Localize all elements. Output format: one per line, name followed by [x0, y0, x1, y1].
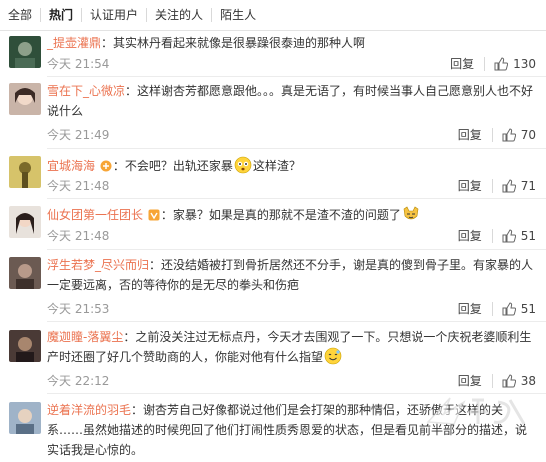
comment-username[interactable]: 浮生若梦_尽兴而归 [47, 258, 149, 272]
comment-item: 雪在下_心微凉：这样谢杏芳都愿意跟他。。。真是无语了，有时候当事人自己愿意别人也… [0, 77, 546, 147]
comment-text: ：不会吧？出轨还家暴 [112, 159, 233, 173]
reply-button[interactable]: 回复 [458, 374, 482, 388]
comment-username[interactable]: 雪在下_心微凉 [47, 84, 125, 98]
like-button[interactable]: 70 [502, 128, 536, 142]
like-count: 70 [520, 128, 536, 142]
like-count: 51 [520, 302, 536, 316]
divider [491, 229, 493, 243]
avatar[interactable] [9, 330, 41, 362]
avatar[interactable] [9, 206, 41, 238]
reply-button[interactable]: 回复 [458, 179, 482, 193]
comment-username[interactable]: 仙女团第一任团长 [47, 208, 143, 222]
tab-following[interactable]: 关注的人 [146, 8, 211, 22]
comment-username[interactable]: _提壶灌鼎 [47, 36, 101, 50]
comment-text: ：其实林丹看起来就像是很暴躁很泰迪的那种人啊 [101, 36, 366, 50]
comment-item: 浮生若梦_尽兴而归：还没结婚被打到骨折居然还不分手，谢是真的傻到骨子里。有家暴的… [0, 250, 546, 320]
avatar[interactable] [9, 156, 41, 188]
like-count: 71 [520, 179, 536, 193]
tab-hot[interactable]: 热门 [40, 8, 81, 22]
comment-text-tail: 这样渣？ [252, 159, 301, 173]
comment-time: 今天 21:54 [47, 57, 110, 71]
thumbs-up-icon [502, 302, 516, 316]
avatar[interactable] [9, 36, 41, 68]
watermark-logo [426, 397, 526, 425]
vip-badge-icon [148, 209, 160, 221]
like-button[interactable]: 38 [502, 374, 536, 388]
comment-time: 今天 21:53 [47, 302, 110, 316]
comment-item: 魔迦瞳-落翼尘：之前没关注过无标点丹，今天才去围观了一下。只想说一个庆祝老婆顺利… [0, 322, 546, 392]
comment-time: 今天 21:49 [47, 128, 110, 142]
like-count: 38 [520, 374, 536, 388]
comment-item: _提壶灌鼎：其实林丹看起来就像是很暴躁很泰迪的那种人啊 今天 21:54 回复 … [0, 31, 546, 73]
avatar[interactable] [9, 402, 41, 434]
fan-badge-icon [100, 160, 112, 172]
like-count: 51 [520, 229, 536, 243]
comment-username[interactable]: 宜城海海 [47, 159, 95, 173]
thumbs-up-icon [502, 128, 516, 142]
emoji-icon [234, 156, 252, 174]
emoji-icon [403, 206, 419, 220]
comment-item: 宜城海海 ：不会吧？出轨还家暴 这样渣？ 今天 21:48 回复 71 [0, 149, 546, 197]
tab-verified[interactable]: 认证用户 [81, 8, 146, 22]
like-button[interactable]: 130 [494, 57, 536, 71]
comment-username[interactable]: 逆着洋流的羽毛 [47, 403, 131, 417]
divider [491, 179, 493, 193]
comment-text: ：家暴？如果是真的那就不是渣不渣的问题了 [160, 208, 401, 222]
comment-filter-tabs: 全部 热门 认证用户 关注的人 陌生人 [0, 0, 546, 31]
comment-username[interactable]: 魔迦瞳-落翼尘 [47, 330, 123, 344]
like-count: 130 [513, 57, 536, 71]
thumbs-up-icon [502, 229, 516, 243]
divider [491, 374, 493, 388]
reply-button[interactable]: 回复 [458, 302, 482, 316]
divider [491, 128, 493, 142]
like-button[interactable]: 71 [502, 179, 536, 193]
comment-time: 今天 21:48 [47, 229, 110, 243]
comment-time: 今天 22:12 [47, 374, 110, 388]
avatar[interactable] [9, 257, 41, 289]
thumbs-up-icon [502, 179, 516, 193]
thumbs-up-icon [494, 57, 509, 71]
comment-item: 仙女团第一任团长 ：家暴？如果是真的那就不是渣不渣的问题了 今天 21:48 回… [0, 199, 546, 247]
like-button[interactable]: 51 [502, 302, 536, 316]
divider [484, 57, 486, 71]
emoji-icon [324, 347, 342, 365]
thumbs-up-icon [502, 374, 516, 388]
avatar[interactable] [9, 83, 41, 115]
reply-button[interactable]: 回复 [458, 128, 482, 142]
divider [491, 302, 493, 316]
like-button[interactable]: 51 [502, 229, 536, 243]
tab-all[interactable]: 全部 [6, 8, 40, 22]
reply-button[interactable]: 回复 [458, 229, 482, 243]
reply-button[interactable]: 回复 [450, 57, 474, 71]
comment-time: 今天 21:48 [47, 179, 110, 193]
tab-strangers[interactable]: 陌生人 [211, 8, 264, 22]
